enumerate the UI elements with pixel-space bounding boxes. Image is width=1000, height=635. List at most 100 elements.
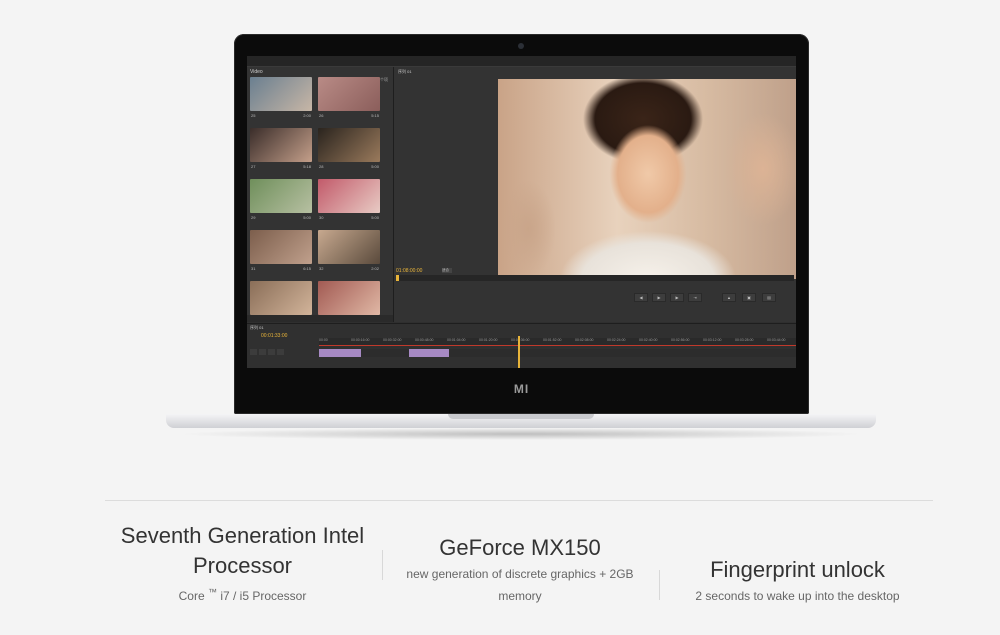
clip-number: 31 [251, 266, 256, 271]
program-scrub-bar [396, 275, 794, 281]
clip-thumbnail: 31 6:15 [250, 230, 312, 272]
clip-duration: 5:18 [303, 164, 311, 169]
step-forward-icon: ▶ [670, 293, 684, 302]
editor-menu-bar [247, 56, 796, 67]
ruler-tick: 00:02:40:00 [639, 338, 658, 342]
track-clip [319, 349, 361, 357]
ruler-tick: 00:00:48:00 [415, 338, 434, 342]
feature-desc: new generation of discrete graphics + 2G… [395, 563, 645, 607]
clip-number: 26 [319, 113, 324, 118]
clip-thumb-image [250, 179, 312, 213]
clip-duration: 5:00 [371, 164, 379, 169]
timeline-tools [250, 342, 316, 355]
clip-meta: 27 5:18 [250, 164, 312, 170]
clip-duration: 2:00 [303, 113, 311, 118]
laptop-lid: Video Video piano 16 个项 252:00265:15275:… [234, 34, 809, 414]
ruler-tick: 00:03:28:00 [735, 338, 754, 342]
program-monitor-panel: 序列 01 01:08:00:00 适合 ◀ ▶ ▶ ⇥ ▲ ▣ ▤ [394, 67, 796, 322]
ruler-tick: 00:01:36:00 [511, 338, 530, 342]
lift-icon: ▲ [722, 293, 736, 302]
ruler-tick: 00:00:32:00 [383, 338, 402, 342]
video-frame-girl-smiling [498, 79, 796, 279]
clip-thumb-image [250, 128, 312, 162]
go-to-out-icon: ⇥ [688, 293, 702, 302]
feature-desc: Core ™ i7 / i5 Processor [105, 581, 380, 607]
clip-number: 28 [319, 164, 324, 169]
clip-duration: 5:00 [303, 215, 311, 220]
clip-duration: 5:00 [371, 215, 379, 220]
laptop-image: Video Video piano 16 个项 252:00265:15275:… [0, 0, 1000, 480]
clip-meta: 26 5:15 [318, 113, 380, 119]
ruler-tick: 00:00:16:00 [351, 338, 370, 342]
clip-duration: 2:02 [371, 266, 379, 271]
clip-number: 30 [319, 215, 324, 220]
clip-thumbnail: 26 5:15 [318, 77, 380, 119]
play-icon: ▶ [652, 293, 666, 302]
ruler-tick: 00:02:24:00 [607, 338, 626, 342]
ruler-tick: 00:02:56:00 [671, 338, 690, 342]
clip-number: 27 [251, 164, 256, 169]
trademark-symbol: ™ [207, 587, 217, 597]
feature-title: Fingerprint unlock [710, 557, 885, 582]
feature-graphics: GeForce MX150 new generation of discrete… [395, 533, 645, 607]
clip-meta: 30 5:00 [318, 215, 380, 221]
feature-processor: Seventh Generation Intel Processor Core … [105, 521, 380, 607]
feature-title-line2: Processor [192, 553, 293, 578]
feature-separator [659, 570, 660, 600]
feature-desc: 2 seconds to wake up into the desktop [695, 589, 900, 603]
desc-prefix: Core [178, 589, 208, 603]
brand-logo: MI [513, 382, 530, 396]
ruler-tick: 00:01:52:00 [543, 338, 562, 342]
clip-thumbnail: 28 5:00 [318, 128, 380, 170]
clip-thumb-image [318, 128, 380, 162]
base-notch [448, 414, 594, 419]
ruler-tick: 00:02:08:00 [575, 338, 594, 342]
clip-meta: 29 5:00 [250, 215, 312, 221]
clip-thumbnail: 25 2:00 [250, 77, 312, 119]
ruler-tick: 00:01:04:00 [447, 338, 466, 342]
clip-duration: 5:15 [371, 113, 379, 118]
ruler-tick: 00:03:12:00 [703, 338, 722, 342]
settings-icon: ▤ [762, 293, 776, 302]
webcam [518, 43, 524, 49]
clip-thumbnail: 29 5:00 [250, 179, 312, 221]
clip-meta: 31 6:15 [250, 266, 312, 272]
timeline-timecode: 00:01:33:00 [261, 333, 288, 339]
timeline-ruler: 00:00 00:00:16:00 00:00:32:00 00:00:48:00 00… [319, 338, 796, 345]
video-track [319, 349, 796, 357]
snap-icon [250, 349, 257, 355]
desc-suffix: i7 / i5 Processor [216, 589, 307, 603]
clip-thumb-image [318, 77, 380, 111]
laptop-shadow [176, 428, 866, 440]
scrub-playhead [396, 275, 399, 281]
clip-number: 25 [251, 113, 256, 118]
export-frame-icon: ▣ [742, 293, 756, 302]
laptop-base [166, 414, 876, 428]
clip-thumb-image [318, 230, 380, 264]
wrench-icon [277, 349, 284, 355]
feature-desc-line1: new generation of discrete graphics + 2G… [406, 567, 634, 581]
zoom-fit-select: 适合 [442, 268, 452, 273]
clip-meta: 25 2:00 [250, 113, 312, 119]
clip-thumb-image [318, 281, 380, 315]
playback-controls: ◀ ▶ ▶ ⇥ ▲ ▣ ▤ [574, 293, 794, 302]
ruler-tick: 00:03:44:00 [767, 338, 786, 342]
feature-title: GeForce MX150 [439, 535, 601, 560]
section-divider [105, 500, 933, 501]
timeline-panel: 序列 01 00:01:33:00 00:00 00:00:16:00 00:00:… [247, 323, 796, 368]
clip-thumbnail: 32 2:02 [318, 230, 380, 272]
monitor-tab: 序列 01 [398, 69, 412, 74]
clip-thumb-image [318, 179, 380, 213]
clip-thumbnail: 30 5:00 [318, 179, 380, 221]
feature-fingerprint: Fingerprint unlock 2 seconds to wake up … [670, 555, 925, 607]
clip-meta: 28 5:00 [318, 164, 380, 170]
program-timecode: 01:08:00:00 [396, 268, 423, 274]
ruler-tick: 00:01:20:00 [479, 338, 498, 342]
work-area-bar [319, 345, 796, 346]
ruler-tick: 00:00 [319, 338, 328, 342]
laptop-screen: Video Video piano 16 个项 252:00265:15275:… [247, 56, 796, 368]
clip-thumb-image [250, 230, 312, 264]
step-back-icon: ◀ [634, 293, 648, 302]
clip-number: 29 [251, 215, 256, 220]
project-bin-panel: Video Video piano 16 个项 252:00265:15275:… [247, 67, 394, 322]
